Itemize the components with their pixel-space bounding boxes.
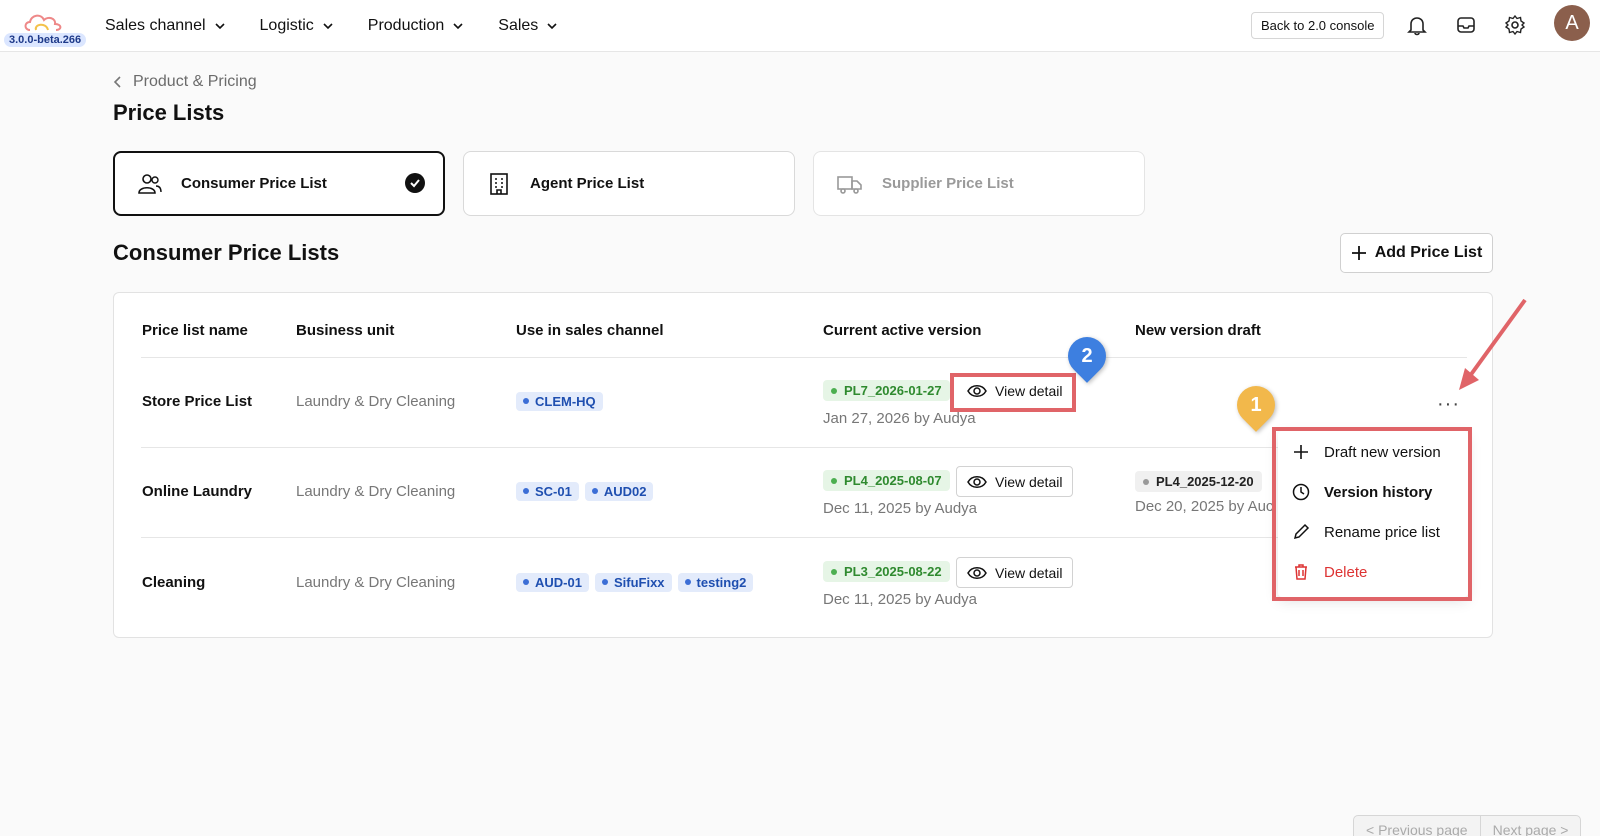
nav-label: Logistic [259, 17, 314, 34]
chevron-down-icon [323, 23, 333, 30]
active-version-meta: Dec 11, 2025 by Audya [823, 500, 977, 517]
back-to-console-button[interactable]: Back to 2.0 console [1251, 12, 1385, 39]
cloud-logo-icon[interactable] [22, 10, 66, 34]
divider [141, 537, 1467, 538]
chevron-down-icon [547, 23, 557, 30]
row-business-unit: Laundry & Dry Cleaning [296, 574, 456, 591]
pagination: < Previous page Next page > [1353, 815, 1582, 836]
tab-label: Supplier Price List [882, 175, 1014, 192]
channel-chip: CLEM-HQ [516, 391, 603, 411]
channel-chip: SC-01 [516, 481, 579, 501]
column-header: Use in sales channel [516, 322, 664, 339]
active-version-badge: PL4_2025-08-07 [823, 470, 950, 491]
breadcrumb[interactable]: Product & Pricing [113, 73, 257, 91]
active-version-badge: PL7_2026-01-27 [823, 380, 950, 401]
column-header: Price list name [142, 322, 248, 339]
tab-label: Agent Price List [530, 175, 645, 192]
annotation-pin-2: 2 [1060, 329, 1114, 383]
active-version-meta: Jan 27, 2026 by Audya [823, 410, 976, 427]
gear-icon[interactable] [1504, 14, 1526, 36]
bell-icon[interactable] [1406, 14, 1428, 36]
previous-page-button[interactable]: < Previous page [1354, 816, 1480, 836]
nav-label: Sales [498, 17, 539, 34]
chevron-down-icon [453, 23, 463, 30]
view-detail-button[interactable]: View detail [956, 466, 1074, 497]
main-nav: Sales channel Logistic Production Sales [105, 0, 558, 52]
nav-label: Production [367, 17, 445, 34]
top-bar: 3.0.0-beta.266 Sales channel Logistic Pr… [0, 0, 1600, 52]
column-header: Current active version [823, 322, 982, 339]
column-header: Business unit [296, 322, 395, 339]
section-title: Consumer Price Lists [113, 240, 340, 265]
column-header: New version draft [1135, 322, 1261, 339]
consumer-price-list-tab[interactable]: Consumer Price List [113, 151, 445, 216]
draft-version-meta: Dec 20, 2025 by Auc [1135, 498, 1274, 515]
nav-label: Sales channel [105, 17, 206, 34]
inbox-icon[interactable] [1455, 14, 1477, 36]
row-business-unit: Laundry & Dry Cleaning [296, 393, 456, 410]
pin-label: 1 [1250, 393, 1262, 416]
nav-logistic[interactable]: Logistic [260, 17, 334, 35]
row-name[interactable]: Store Price List [142, 393, 252, 410]
page-title: Price Lists [113, 100, 225, 125]
checkmark-icon [405, 173, 425, 193]
view-label: View detail [995, 473, 1063, 490]
chevron-down-icon [214, 23, 225, 30]
view-label: View detail [995, 564, 1063, 581]
add-price-list-button[interactable]: Add Price List [1340, 233, 1493, 273]
nav-sales-channel[interactable]: Sales channel [105, 17, 226, 35]
plus-icon [1351, 246, 1366, 260]
chip-label: CLEM-HQ [535, 393, 596, 409]
version-badge: 3.0.0-beta.266 [4, 33, 87, 47]
truck-icon [837, 175, 862, 194]
more-actions-icon[interactable]: ··· [1437, 393, 1460, 416]
next-page-button[interactable]: Next page > [1479, 816, 1581, 836]
breadcrumb-label: Product & Pricing [133, 73, 257, 90]
row-name[interactable]: Online Laundry [142, 483, 252, 500]
draft-version-badge: PL4_2025-12-20 [1135, 471, 1262, 492]
row-channels: AUD-01 SifuFixx testing2 [516, 572, 759, 592]
eye-icon [967, 566, 987, 579]
version-label: PL3_2025-08-22 [844, 564, 942, 579]
avatar[interactable]: A [1554, 5, 1590, 41]
chip-label: testing2 [696, 574, 747, 590]
annotation-arrow-icon [1459, 298, 1527, 390]
nav-production[interactable]: Production [368, 17, 465, 35]
add-label: Add Price List [1374, 244, 1483, 261]
row-channels: SC-01 AUD02 [516, 481, 659, 501]
active-version-badge: PL3_2025-08-22 [823, 561, 950, 582]
row-channels: CLEM-HQ [516, 391, 609, 411]
row-business-unit: Laundry & Dry Cleaning [296, 483, 456, 500]
supplier-price-list-tab[interactable]: Supplier Price List [813, 151, 1145, 216]
eye-icon [967, 475, 987, 488]
nav-sales[interactable]: Sales [498, 17, 558, 35]
version-label: PL7_2026-01-27 [844, 383, 942, 398]
annotation-box-view-detail [950, 373, 1076, 412]
divider [141, 447, 1467, 448]
chip-label: SifuFixx [613, 574, 665, 590]
channel-chip: testing2 [677, 572, 754, 592]
building-icon [490, 172, 508, 195]
pin-label: 2 [1081, 344, 1093, 367]
annotation-box-menu [1272, 427, 1472, 601]
view-detail-button[interactable]: View detail [956, 557, 1074, 588]
agent-price-list-tab[interactable]: Agent Price List [463, 151, 795, 216]
chip-label: SC-01 [535, 483, 572, 499]
version-label: PL4_2025-12-20 [1156, 474, 1254, 489]
users-icon [138, 173, 162, 194]
divider [141, 357, 1467, 358]
chip-label: AUD02 [603, 483, 647, 499]
version-label: PL4_2025-08-07 [844, 473, 942, 488]
tab-label: Consumer Price List [181, 175, 327, 192]
channel-chip: AUD-01 [516, 572, 589, 592]
channel-chip: SifuFixx [594, 572, 672, 592]
chip-label: AUD-01 [535, 574, 582, 590]
chevron-left-icon [113, 76, 121, 88]
annotation-pin-1: 1 [1229, 378, 1283, 432]
channel-chip: AUD02 [584, 481, 654, 501]
row-name[interactable]: Cleaning [142, 574, 205, 591]
active-version-meta: Dec 11, 2025 by Audya [823, 591, 977, 608]
